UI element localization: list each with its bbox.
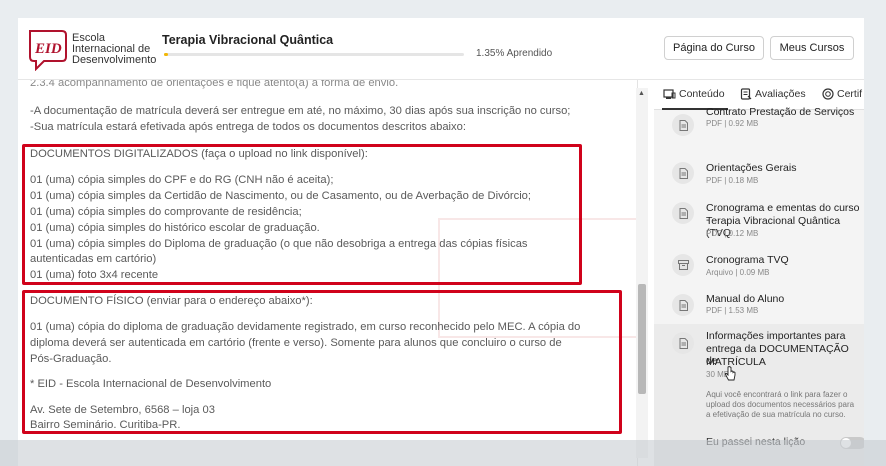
eid-logo-mark: EID	[26, 27, 70, 72]
logo-line-1: Escola	[72, 31, 106, 44]
physical-docs-title: DOCUMENTO FÍSICO (enviar para o endereço…	[30, 295, 313, 307]
school-logo[interactable]: EID Escola Internacional de Desenvolvime…	[26, 26, 166, 72]
doc-cut-line: 2.3.4 acompanhamento de orientações e fi…	[30, 80, 399, 89]
lesson-description-line: Aqui você encontrará o link para fazer o	[706, 390, 848, 399]
digital-doc-item: 01 (uma) cópia simples do CPF e do RG (C…	[30, 174, 334, 186]
assessment-icon	[740, 88, 752, 100]
file-icon	[672, 332, 694, 354]
lesson-item-title: Manual do Aluno	[706, 293, 785, 305]
file-icon	[672, 162, 694, 184]
lesson-description-line: a efetivação de sua matrícula no curso.	[706, 410, 846, 419]
progress-bar	[164, 53, 464, 56]
scroll-up-icon[interactable]: ▲	[638, 90, 645, 97]
scroll-thumb[interactable]	[638, 284, 646, 394]
tab-certificate-label: Certif	[837, 88, 863, 100]
digital-docs-title: DOCUMENTOS DIGITALIZADOS (faça o upload …	[30, 148, 368, 160]
lesson-sidebar: Conteúdo Avaliações Certif Contrato Pres…	[654, 80, 864, 466]
logo-text: Escola Internacional de Desenvolvimento	[72, 31, 157, 66]
file-icon	[672, 202, 694, 224]
file-icon	[672, 114, 694, 136]
app-window: EID Escola Internacional de Desenvolvime…	[18, 18, 864, 466]
lesson-document[interactable]: 2.3.4 acompanhamento de orientações e fi…	[18, 80, 638, 466]
digital-doc-item: 01 (uma) foto 3x4 recente	[30, 269, 159, 281]
my-courses-button[interactable]: Meus Cursos	[770, 36, 854, 60]
doc-intro-line: -Sua matrícula estará efetivada após ent…	[30, 121, 466, 133]
address-line: * EID - Escola Internacional de Desenvol…	[30, 378, 272, 390]
lesson-item[interactable]: Cronograma TVQ Arquivo | 0.09 MB	[654, 246, 864, 282]
logo-line-2: Internacional de	[72, 42, 151, 55]
tab-assessments-label: Avaliações	[755, 88, 806, 100]
blurred-taskbar	[0, 440, 886, 466]
digital-doc-item: autenticadas em cartório)	[30, 253, 157, 265]
lesson-item[interactable]: Manual do Aluno PDF | 1.53 MB	[654, 284, 864, 320]
logo-mark-text: EID	[34, 41, 62, 57]
course-page-button[interactable]: Página do Curso	[664, 36, 764, 60]
physical-doc-item: diploma deverá ser autenticada em cartór…	[30, 337, 562, 349]
hand-cursor-icon	[724, 366, 736, 381]
file-icon	[672, 294, 694, 316]
certificate-icon	[822, 88, 834, 100]
lesson-item[interactable]: Contrato Prestação de Serviços PDF | 0.9…	[654, 106, 864, 146]
address-line: Bairro Seminário. Curitiba-PR.	[30, 419, 181, 431]
lesson-item-meta: PDF | 1.53 MB	[706, 306, 759, 315]
digital-doc-item: 01 (uma) cópia simples do comprovante de…	[30, 206, 302, 218]
lesson-description-line: upload dos documentos necessários para	[706, 400, 855, 409]
lesson-item[interactable]: Orientações Gerais PDF | 0.18 MB	[654, 154, 864, 190]
lesson-item-meta: Arquivo | 0.09 MB	[706, 268, 770, 277]
digital-doc-item: 01 (uma) cópia simples do Diploma de gra…	[30, 238, 528, 250]
digital-doc-item: 01 (uma) cópia simples do histórico esco…	[30, 222, 320, 234]
lesson-item-title: Contrato Prestação de Serviços	[706, 106, 855, 118]
lesson-item[interactable]: Cronograma e ementas do curso - Terapia …	[654, 194, 864, 244]
logo-line-3: Desenvolvimento	[72, 53, 157, 66]
content-icon	[663, 89, 676, 99]
lesson-item-meta: PDF | 0.18 MB	[706, 176, 759, 185]
lesson-item-title-line: Informações importantes para	[706, 330, 846, 342]
lesson-item-meta: PDF | 0.92 MB	[706, 119, 759, 128]
tab-certificate[interactable]: Certif	[822, 88, 862, 100]
document-scrollbar[interactable]: ▲	[636, 88, 648, 458]
archive-icon	[672, 254, 694, 276]
doc-intro-line: -A documentação de matrícula deverá ser …	[30, 105, 571, 117]
progress-bar-fill	[164, 53, 169, 56]
address-line: Av. Sete de Setembro, 6568 – loja 03	[30, 404, 215, 416]
physical-doc-item: 01 (uma) cópia do diploma de graduação d…	[30, 321, 581, 333]
course-title: Terapia Vibracional Quântica	[162, 33, 334, 47]
digital-doc-item: 01 (uma) cópia simples da Certidão de Na…	[30, 190, 532, 202]
lesson-item-title: Orientações Gerais	[706, 162, 797, 174]
tab-assessments[interactable]: Avaliações	[740, 88, 806, 100]
lesson-item-meta: PDF | 0.12 MB	[706, 229, 759, 238]
lesson-item-title: Cronograma TVQ	[706, 254, 789, 266]
tab-content-label: Conteúdo	[679, 88, 725, 100]
course-header: EID Escola Internacional de Desenvolvime…	[18, 18, 864, 80]
progress-label: 1.35% Aprendido	[476, 48, 553, 59]
tab-content[interactable]: Conteúdo	[663, 88, 725, 100]
physical-doc-item: Pós-Graduação.	[30, 353, 112, 365]
